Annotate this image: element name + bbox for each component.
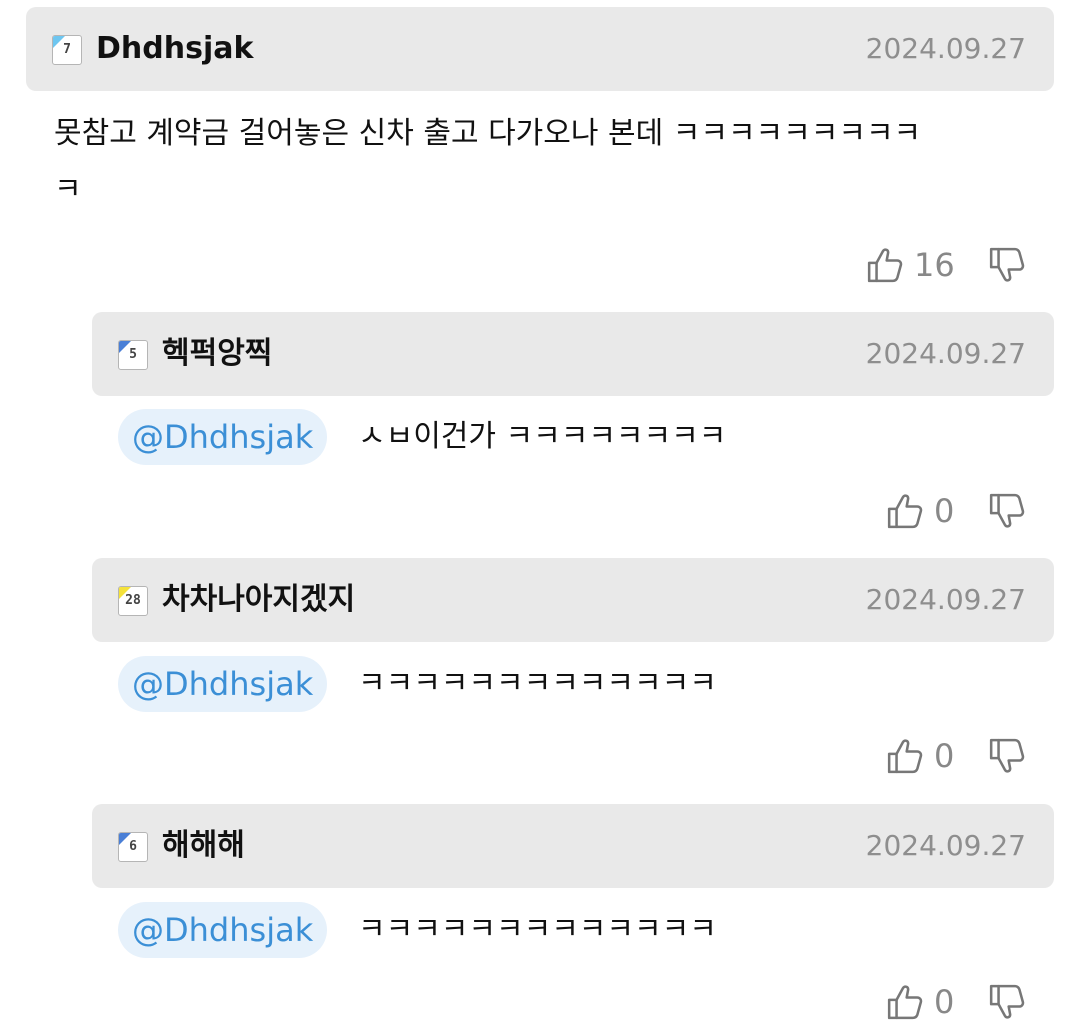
dislike-button[interactable] [988, 737, 1026, 775]
mention-tag[interactable]: @Dhdhsjak [118, 409, 328, 465]
level-badge-icon: 6 [118, 832, 148, 862]
like-count: 0 [934, 983, 955, 1021]
comment-date: 2024.09.27 [865, 32, 1026, 65]
reply-actions: 0 [886, 486, 1036, 536]
reply-header: 6 해해해 2024.09.27 [92, 804, 1054, 888]
thumbs-down-icon [988, 737, 1026, 775]
comment-text-line2: ㅋ [54, 172, 82, 207]
dislike-button[interactable] [988, 246, 1026, 284]
reply-actions: 0 [886, 731, 1036, 781]
comment-actions: 16 [866, 240, 1036, 290]
thumbs-up-icon [886, 737, 924, 775]
reply-text: ㅋㅋㅋㅋㅋㅋㅋㅋㅋㅋㅋㅋㅋ [358, 666, 717, 701]
level-badge-number: 6 [129, 839, 137, 854]
comment-header: 7 Dhdhsjak 2024.09.27 [26, 7, 1054, 91]
level-badge-icon: 28 [118, 586, 148, 616]
mention-tag[interactable]: @Dhdhsjak [118, 656, 328, 712]
like-count: 16 [914, 246, 955, 284]
reply-header: 5 헥퍽앙찍 2024.09.27 [92, 312, 1054, 396]
reply-author[interactable]: 헥퍽앙찍 [162, 312, 272, 396]
level-badge-number: 28 [125, 593, 141, 608]
reply-date: 2024.09.27 [865, 337, 1026, 370]
thumbs-down-icon [988, 983, 1026, 1021]
thumbs-down-icon [988, 492, 1026, 530]
reply-author[interactable]: 해해해 [162, 804, 245, 888]
reply-date: 2024.09.27 [865, 829, 1026, 862]
reply-author[interactable]: 차차나아지겠지 [162, 558, 355, 642]
dislike-button[interactable] [988, 492, 1026, 530]
like-button[interactable] [886, 983, 924, 1021]
like-count: 0 [934, 492, 955, 530]
dislike-button[interactable] [988, 983, 1026, 1021]
reply-text: ㅋㅋㅋㅋㅋㅋㅋㅋㅋㅋㅋㅋㅋ [358, 912, 717, 947]
reply-date: 2024.09.27 [865, 583, 1026, 616]
level-badge-number: 5 [129, 347, 137, 362]
like-button[interactable] [886, 737, 924, 775]
like-button[interactable] [886, 492, 924, 530]
reply-header: 28 차차나아지겠지 2024.09.27 [92, 558, 1054, 642]
reply-text: ㅅㅂ이건가 ㅋㅋㅋㅋㅋㅋㅋㅋ [358, 419, 727, 454]
thumbs-down-icon [988, 246, 1026, 284]
thumbs-up-icon [886, 492, 924, 530]
level-badge-number: 7 [63, 42, 71, 57]
level-badge-icon: 7 [52, 35, 82, 65]
mention-tag[interactable]: @Dhdhsjak [118, 902, 328, 958]
reply-actions: 0 [886, 977, 1036, 1027]
level-badge-icon: 5 [118, 340, 148, 370]
like-button[interactable] [866, 246, 904, 284]
comment-author[interactable]: Dhdhsjak [96, 7, 253, 91]
comment-text: 못참고 계약금 걸어놓은 신차 출고 다가오나 본데 ㅋㅋㅋㅋㅋㅋㅋㅋㅋ ㅋ [54, 106, 1054, 218]
comment-text-line1: 못참고 계약금 걸어놓은 신차 출고 다가오나 본데 ㅋㅋㅋㅋㅋㅋㅋㅋㅋ [54, 116, 922, 151]
thumbs-up-icon [866, 246, 904, 284]
like-count: 0 [934, 737, 955, 775]
thumbs-up-icon [886, 983, 924, 1021]
